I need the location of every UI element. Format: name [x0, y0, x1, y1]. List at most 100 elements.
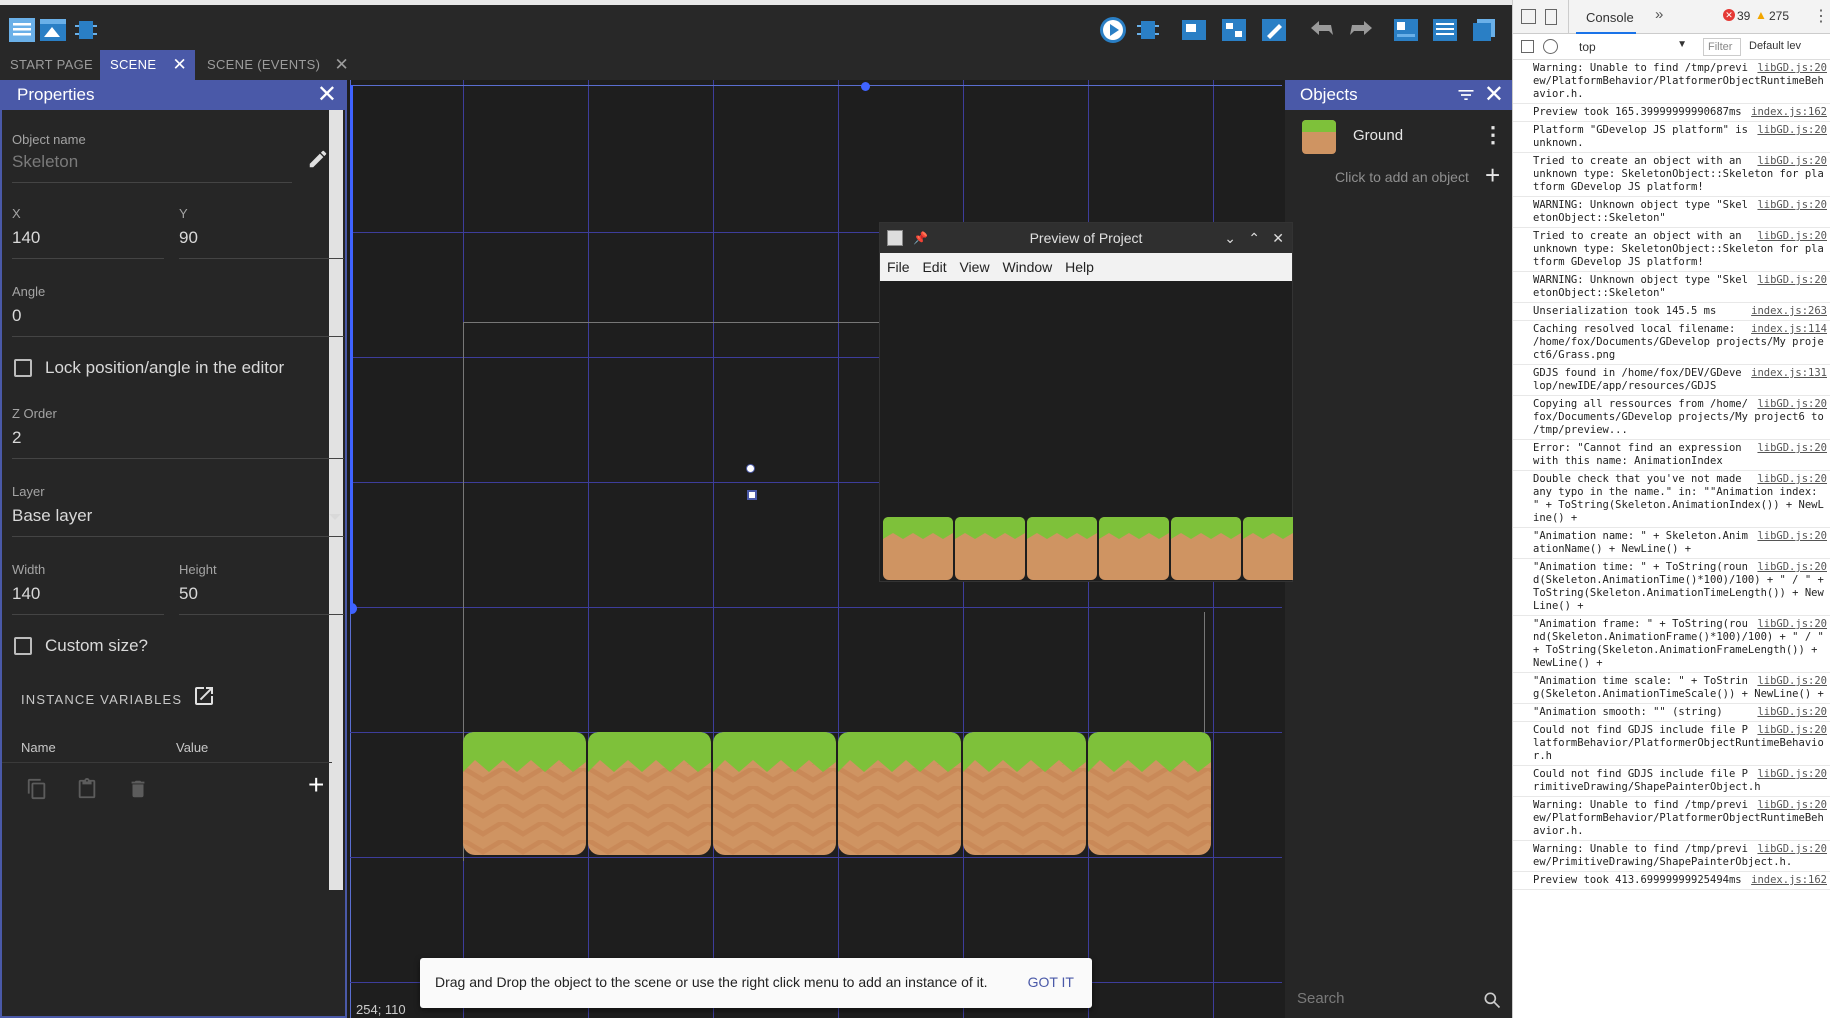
source-link[interactable]: index.js:114: [1751, 323, 1827, 336]
redo-icon[interactable]: [1345, 14, 1377, 46]
console-message[interactable]: libGD.js:20 Could not find GDJS include f…: [1513, 766, 1830, 797]
device-toggle-icon[interactable]: [1545, 9, 1557, 25]
console-message[interactable]: libGD.js:20 "Animation time: " + ToString…: [1513, 559, 1830, 616]
console-message[interactable]: libGD.js:20 Warning: Unable to find /tmp/…: [1513, 841, 1830, 872]
console-message[interactable]: index.js:114 Caching resolved local filen…: [1513, 321, 1830, 365]
console-message[interactable]: libGD.js:20 Double check that you've not …: [1513, 471, 1830, 528]
z-order-field[interactable]: 2: [12, 428, 21, 448]
menu-file[interactable]: File: [887, 253, 910, 281]
source-link[interactable]: index.js:131: [1751, 367, 1827, 380]
rotate-handle[interactable]: [746, 464, 755, 473]
log-levels-select[interactable]: Default lev: [1749, 40, 1801, 52]
console-message[interactable]: libGD.js:20 Copying all ressources from /…: [1513, 396, 1830, 440]
delete-icon[interactable]: [127, 778, 149, 800]
context-select[interactable]: top ▼: [1569, 34, 1695, 60]
menu-view[interactable]: View: [959, 253, 989, 281]
more-vert-icon[interactable]: ⋮: [1482, 124, 1504, 148]
source-link[interactable]: libGD.js:20: [1757, 473, 1827, 486]
chevron-down-icon[interactable]: [329, 514, 341, 520]
project-manager-icon[interactable]: [6, 14, 38, 46]
resize-handle[interactable]: [861, 82, 870, 91]
source-link[interactable]: libGD.js:20: [1757, 199, 1827, 212]
source-link[interactable]: index.js:162: [1751, 106, 1827, 119]
minimize-icon[interactable]: ⌄: [1224, 223, 1236, 253]
instances-list-icon[interactable]: [1178, 14, 1210, 46]
tab-scene[interactable]: SCENE ✕: [100, 50, 195, 80]
console-message[interactable]: libGD.js:20 Tried to create an object wit…: [1513, 153, 1830, 197]
menu-window[interactable]: Window: [1002, 253, 1052, 281]
console-message[interactable]: libGD.js:20 Tried to create an object wit…: [1513, 228, 1830, 272]
warning-count[interactable]: 275: [1769, 9, 1789, 23]
filter-icon[interactable]: [1456, 85, 1476, 105]
object-search-field[interactable]: Search: [1297, 988, 1502, 1014]
close-panel-icon[interactable]: ✕: [1484, 80, 1504, 110]
more-vert-icon[interactable]: ⋮: [1813, 6, 1829, 26]
console-filter-input[interactable]: Filter: [1703, 38, 1741, 56]
height-field[interactable]: 50: [179, 584, 198, 604]
resize-handle[interactable]: [350, 603, 357, 614]
source-link[interactable]: libGD.js:20: [1757, 843, 1827, 856]
console-message[interactable]: libGD.js:20 "Animation time scale: " + To…: [1513, 673, 1830, 704]
menu-help[interactable]: Help: [1065, 253, 1094, 281]
skeleton-instance[interactable]: [747, 490, 757, 500]
console-message[interactable]: index.js:162 Preview took 413.69999999925…: [1513, 872, 1830, 890]
console-message[interactable]: libGD.js:20 Warning: Unable to find /tmp/…: [1513, 60, 1830, 104]
sidebar-toggle-icon[interactable]: [1521, 40, 1534, 53]
console-message[interactable]: libGD.js:20 WARNING: Unknown object type …: [1513, 272, 1830, 303]
source-link[interactable]: libGD.js:20: [1757, 799, 1827, 812]
source-link[interactable]: libGD.js:20: [1757, 398, 1827, 411]
menu-edit[interactable]: Edit: [922, 253, 946, 281]
source-link[interactable]: libGD.js:20: [1757, 561, 1827, 574]
search-icon[interactable]: [1482, 990, 1502, 1010]
source-link[interactable]: libGD.js:20: [1757, 724, 1827, 737]
add-object-row[interactable]: Click to add an object +: [1285, 160, 1512, 192]
source-link[interactable]: libGD.js:20: [1757, 706, 1827, 719]
undo-icon[interactable]: [1306, 14, 1338, 46]
object-item-ground[interactable]: Ground ⋮: [1285, 118, 1512, 154]
source-link[interactable]: libGD.js:20: [1757, 62, 1827, 75]
close-tab-icon[interactable]: ✕: [334, 50, 349, 80]
got-it-button[interactable]: GOT IT: [1028, 974, 1074, 990]
error-count[interactable]: 39: [1737, 9, 1750, 23]
object-groups-icon[interactable]: [1390, 14, 1422, 46]
source-link[interactable]: libGD.js:20: [1757, 442, 1827, 455]
source-link[interactable]: libGD.js:20: [1757, 768, 1827, 781]
layer-select[interactable]: Base layer: [12, 506, 92, 526]
source-link[interactable]: libGD.js:20: [1757, 618, 1827, 631]
console-messages[interactable]: libGD.js:20 Warning: Unable to find /tmp/…: [1513, 60, 1830, 1018]
y-field[interactable]: 90: [179, 228, 198, 248]
console-message[interactable]: libGD.js:20 Warning: Unable to find /tmp/…: [1513, 797, 1830, 841]
console-message[interactable]: index.js:162 Preview took 165.39999999990…: [1513, 104, 1830, 122]
edit-layout-icon[interactable]: [1258, 14, 1290, 46]
paste-icon[interactable]: [76, 778, 98, 800]
console-message[interactable]: libGD.js:20 "Animation smooth: "" (string…: [1513, 704, 1830, 722]
add-variable-icon[interactable]: +: [308, 770, 324, 800]
source-link[interactable]: libGD.js:20: [1757, 155, 1827, 168]
width-field[interactable]: 140: [12, 584, 40, 604]
debugger-icon[interactable]: [70, 14, 102, 46]
source-link[interactable]: index.js:263: [1751, 305, 1827, 318]
console-message[interactable]: libGD.js:20 Could not find GDJS include f…: [1513, 722, 1830, 766]
tab-scene-events[interactable]: SCENE (EVENTS) ✕: [197, 50, 357, 80]
inspect-icon[interactable]: [1521, 9, 1536, 24]
layers-icon[interactable]: [1218, 14, 1250, 46]
debug-preview-icon[interactable]: [1132, 14, 1164, 46]
source-link[interactable]: libGD.js:20: [1757, 274, 1827, 287]
close-panel-icon[interactable]: ✕: [317, 80, 337, 110]
source-link[interactable]: libGD.js:20: [1757, 230, 1827, 243]
close-icon[interactable]: ✕: [1272, 223, 1284, 253]
console-message[interactable]: index.js:131 GDJS found in /home/fox/DEV/…: [1513, 365, 1830, 396]
open-external-icon[interactable]: [192, 684, 216, 708]
console-message[interactable]: libGD.js:20 Platform "GDevelop JS platfor…: [1513, 122, 1830, 153]
source-link[interactable]: libGD.js:20: [1757, 675, 1827, 688]
angle-field[interactable]: 0: [12, 306, 21, 326]
console-message[interactable]: libGD.js:20 "Animation name: " + Skeleton…: [1513, 528, 1830, 559]
edit-pencil-icon[interactable]: [307, 148, 329, 170]
x-field[interactable]: 140: [12, 228, 40, 248]
console-message[interactable]: libGD.js:20 "Animation frame: " + ToStrin…: [1513, 616, 1830, 673]
custom-size-checkbox[interactable]: [14, 637, 32, 655]
close-tab-icon[interactable]: ✕: [172, 50, 187, 80]
source-link[interactable]: libGD.js:20: [1757, 530, 1827, 543]
console-message[interactable]: libGD.js:20 WARNING: Unknown object type …: [1513, 197, 1830, 228]
copy-icon[interactable]: [26, 778, 48, 800]
